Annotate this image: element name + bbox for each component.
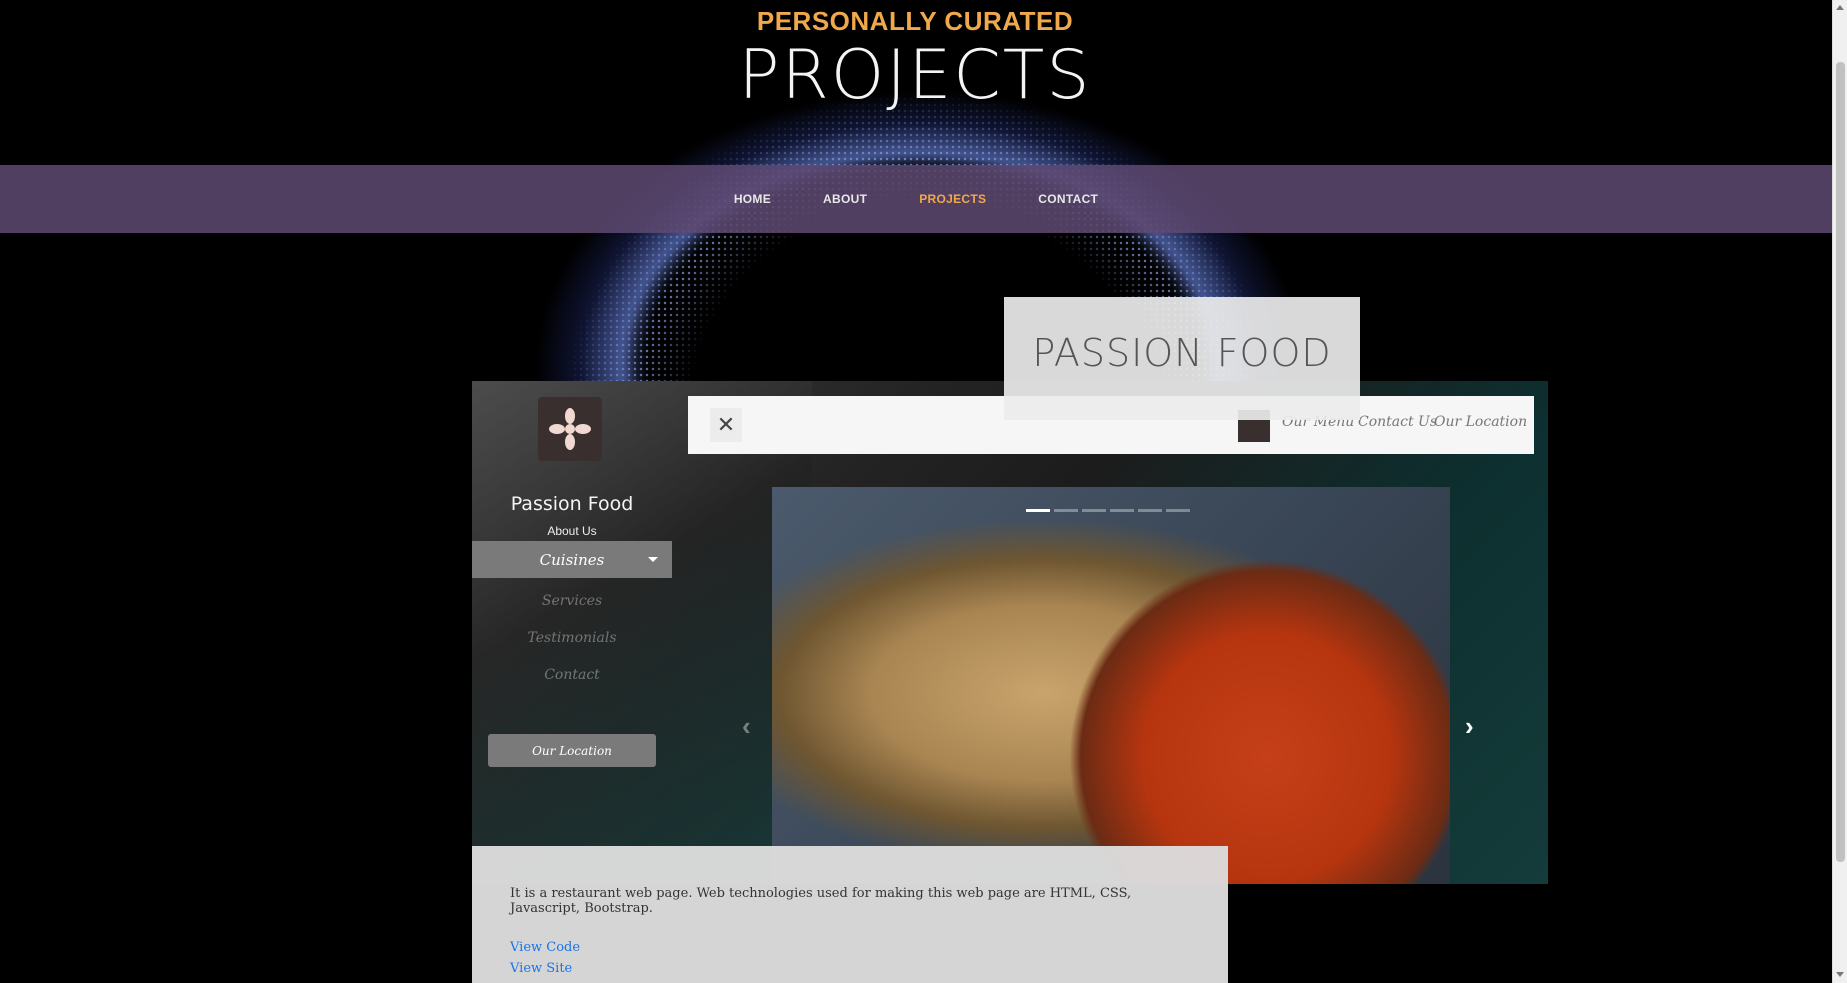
carousel-indicator[interactable] xyxy=(1054,509,1078,512)
nav-contact[interactable]: CONTACT xyxy=(1012,192,1124,206)
sidebar-item-services[interactable]: Services xyxy=(472,593,672,609)
scroll-down-icon[interactable] xyxy=(1836,972,1844,977)
scrollbar[interactable] xyxy=(1832,0,1847,983)
chevron-left-icon[interactable]: ‹ xyxy=(742,711,751,742)
carousel-indicator[interactable] xyxy=(1166,509,1190,512)
nav-projects[interactable]: PROJECTS xyxy=(893,192,1012,206)
sidebar-item-testimonials[interactable]: Testimonials xyxy=(472,630,672,646)
sidebar-item-contact[interactable]: Contact xyxy=(472,667,672,683)
project-description: It is a restaurant web page. Web technol… xyxy=(510,886,1132,916)
chevron-right-icon[interactable]: › xyxy=(1465,711,1474,742)
sidebar-item-label: Cuisines xyxy=(539,550,605,569)
project-description-card: It is a restaurant web page. Web technol… xyxy=(472,846,1228,983)
our-location-button[interactable]: Our Location xyxy=(488,734,656,767)
close-icon[interactable]: ✕ xyxy=(710,408,742,442)
view-code-link[interactable]: View Code xyxy=(510,940,1190,955)
caret-down-icon xyxy=(648,557,658,562)
project-headline: PASSION FOOD xyxy=(1032,330,1332,375)
carousel-indicator[interactable] xyxy=(1110,509,1134,512)
scroll-up-icon[interactable] xyxy=(1836,5,1844,10)
carousel-indicator[interactable] xyxy=(1138,509,1162,512)
sidebar-item-cuisines[interactable]: Cuisines xyxy=(472,541,672,578)
page-title: PROJECTS xyxy=(738,36,1092,115)
topbar-link-contact[interactable]: Contact Us xyxy=(1358,414,1437,430)
main-nav: HOME ABOUT PROJECTS CONTACT xyxy=(0,165,1832,233)
carousel-indicators xyxy=(1026,509,1190,512)
restaurant-logo-icon xyxy=(538,397,602,461)
project-headline-card: PASSION FOOD xyxy=(1004,297,1360,420)
image-carousel[interactable] xyxy=(772,487,1450,884)
sidebar-item-about[interactable]: About Us xyxy=(472,524,672,538)
topbar-link-location[interactable]: Our Location xyxy=(1434,414,1527,430)
view-site-link[interactable]: View Site xyxy=(510,961,1190,976)
nav-home[interactable]: HOME xyxy=(708,192,797,206)
scrollbar-thumb[interactable] xyxy=(1836,62,1845,862)
page-kicker: PERSONALLY CURATED xyxy=(756,6,1074,36)
nav-about[interactable]: ABOUT xyxy=(797,192,893,206)
brand-name: Passion Food xyxy=(510,493,634,515)
project-screenshot[interactable]: Passion Food About Us Cuisines Services … xyxy=(472,381,1548,884)
carousel-indicator[interactable] xyxy=(1082,509,1106,512)
carousel-indicator[interactable] xyxy=(1026,509,1050,512)
